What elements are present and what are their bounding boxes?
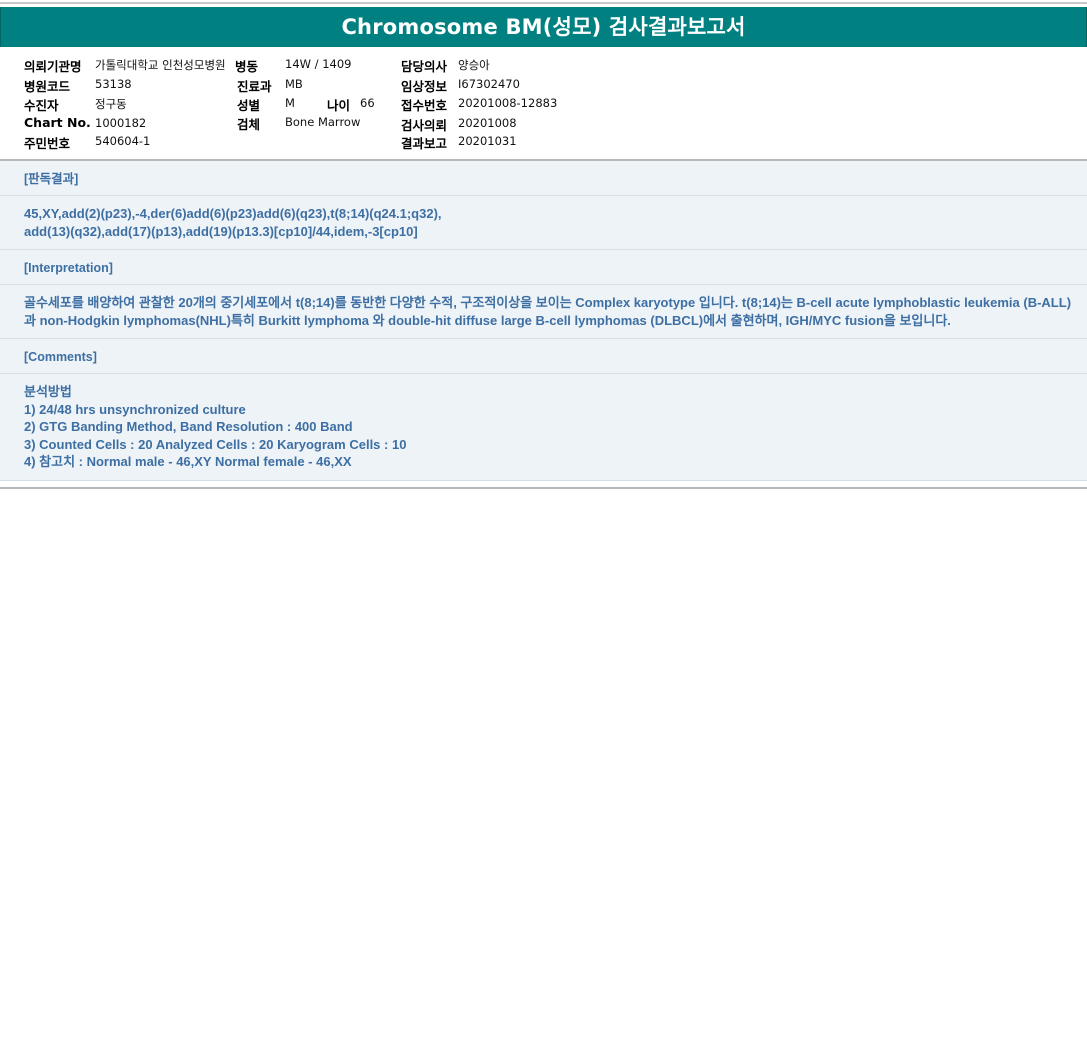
interpretation-heading: [Interpretation] [0, 250, 1087, 285]
comments-body: 분석방법 1) 24/48 hrs unsynchronized culture… [0, 374, 1087, 481]
method-item-2: 2) GTG Banding Method, Band Resolution :… [24, 419, 353, 434]
resident-no-label: 주민번호 [24, 136, 71, 151]
ward-value: 14W / 1409 [285, 57, 352, 71]
report-page: Chromosome BM(성모) 검사결과보고서 의뢰기관명 가톨릭대학교 인… [0, 0, 1087, 489]
karyotype-line-1: 45,XY,add(2)(p23),-4,der(6)add(6)(p23)ad… [24, 206, 442, 221]
method-item-3: 3) Counted Cells : 20 Analyzed Cells : 2… [24, 436, 407, 452]
dept-label: 진료과 [237, 79, 272, 94]
report-date-label: 결과보고 [401, 136, 448, 151]
interpretation-line-1: 골수세포를 배양하여 관찰한 20개의 중기세포에서 t(8;14)를 동반한 … [24, 295, 1072, 310]
sex-label: 성별 [237, 98, 261, 113]
interpretation-line-2: 과 non-Hodgkin lymphomas(NHL)특히 Burkitt l… [24, 312, 951, 328]
interpretation-body: 골수세포를 배양하여 관찰한 20개의 중기세포에서 t(8;14)를 동반한 … [0, 285, 1087, 339]
request-date-value: 20201008 [458, 116, 517, 130]
specimen-value: Bone Marrow [285, 115, 361, 129]
age-label: 나이 [327, 98, 351, 113]
clinical-info-value: I67302470 [458, 77, 520, 91]
doctor-value: 양승아 [458, 58, 490, 72]
method-title: 분석방법 [24, 384, 72, 399]
result-heading: [판독결과] [0, 161, 1087, 196]
method-item-4: 4) 참고치 : Normal male - 46,XY Normal fema… [24, 454, 352, 469]
receipt-no-label: 접수번호 [401, 98, 448, 113]
ward-label: 병동 [235, 59, 259, 74]
patient-value: 정구동 [95, 97, 127, 111]
specimen-label: 검체 [237, 117, 261, 132]
institution-value: 가톨릭대학교 인천성모병원 [95, 58, 226, 72]
hospital-code-label: 병원코드 [24, 79, 71, 94]
patient-label: 수진자 [24, 98, 59, 113]
method-item-1: 1) 24/48 hrs unsynchronized culture [24, 401, 246, 417]
patient-info: 의뢰기관명 가톨릭대학교 인천성모병원 병원코드 53138 수진자 정구동 C… [0, 47, 1087, 159]
karyotype-line-2: add(13)(q32),add(17)(p13),add(19)(p13.3)… [24, 223, 418, 239]
chart-no-value: 1000182 [95, 116, 147, 130]
resident-no-value: 540604-1 [95, 134, 151, 148]
comments-heading: [Comments] [0, 339, 1087, 374]
doctor-label: 담당의사 [401, 59, 448, 74]
clinical-info-label: 임상정보 [401, 79, 448, 94]
age-value: 66 [360, 96, 375, 110]
institution-label: 의뢰기관명 [24, 59, 82, 74]
dept-value: MB [285, 77, 303, 91]
sex-value: M [285, 96, 295, 110]
receipt-no-value: 20201008-12883 [458, 96, 558, 110]
top-rule [0, 2, 1087, 4]
report-date-value: 20201031 [458, 134, 517, 148]
chart-no-label: Chart No. [24, 115, 91, 130]
result-body: 45,XY,add(2)(p23),-4,der(6)add(6)(p23)ad… [0, 196, 1087, 250]
report-title: Chromosome BM(성모) 검사결과보고서 [0, 7, 1087, 47]
request-date-label: 검사의뢰 [401, 118, 448, 133]
bottom-rule [0, 486, 1087, 489]
hospital-code-value: 53138 [95, 77, 132, 91]
